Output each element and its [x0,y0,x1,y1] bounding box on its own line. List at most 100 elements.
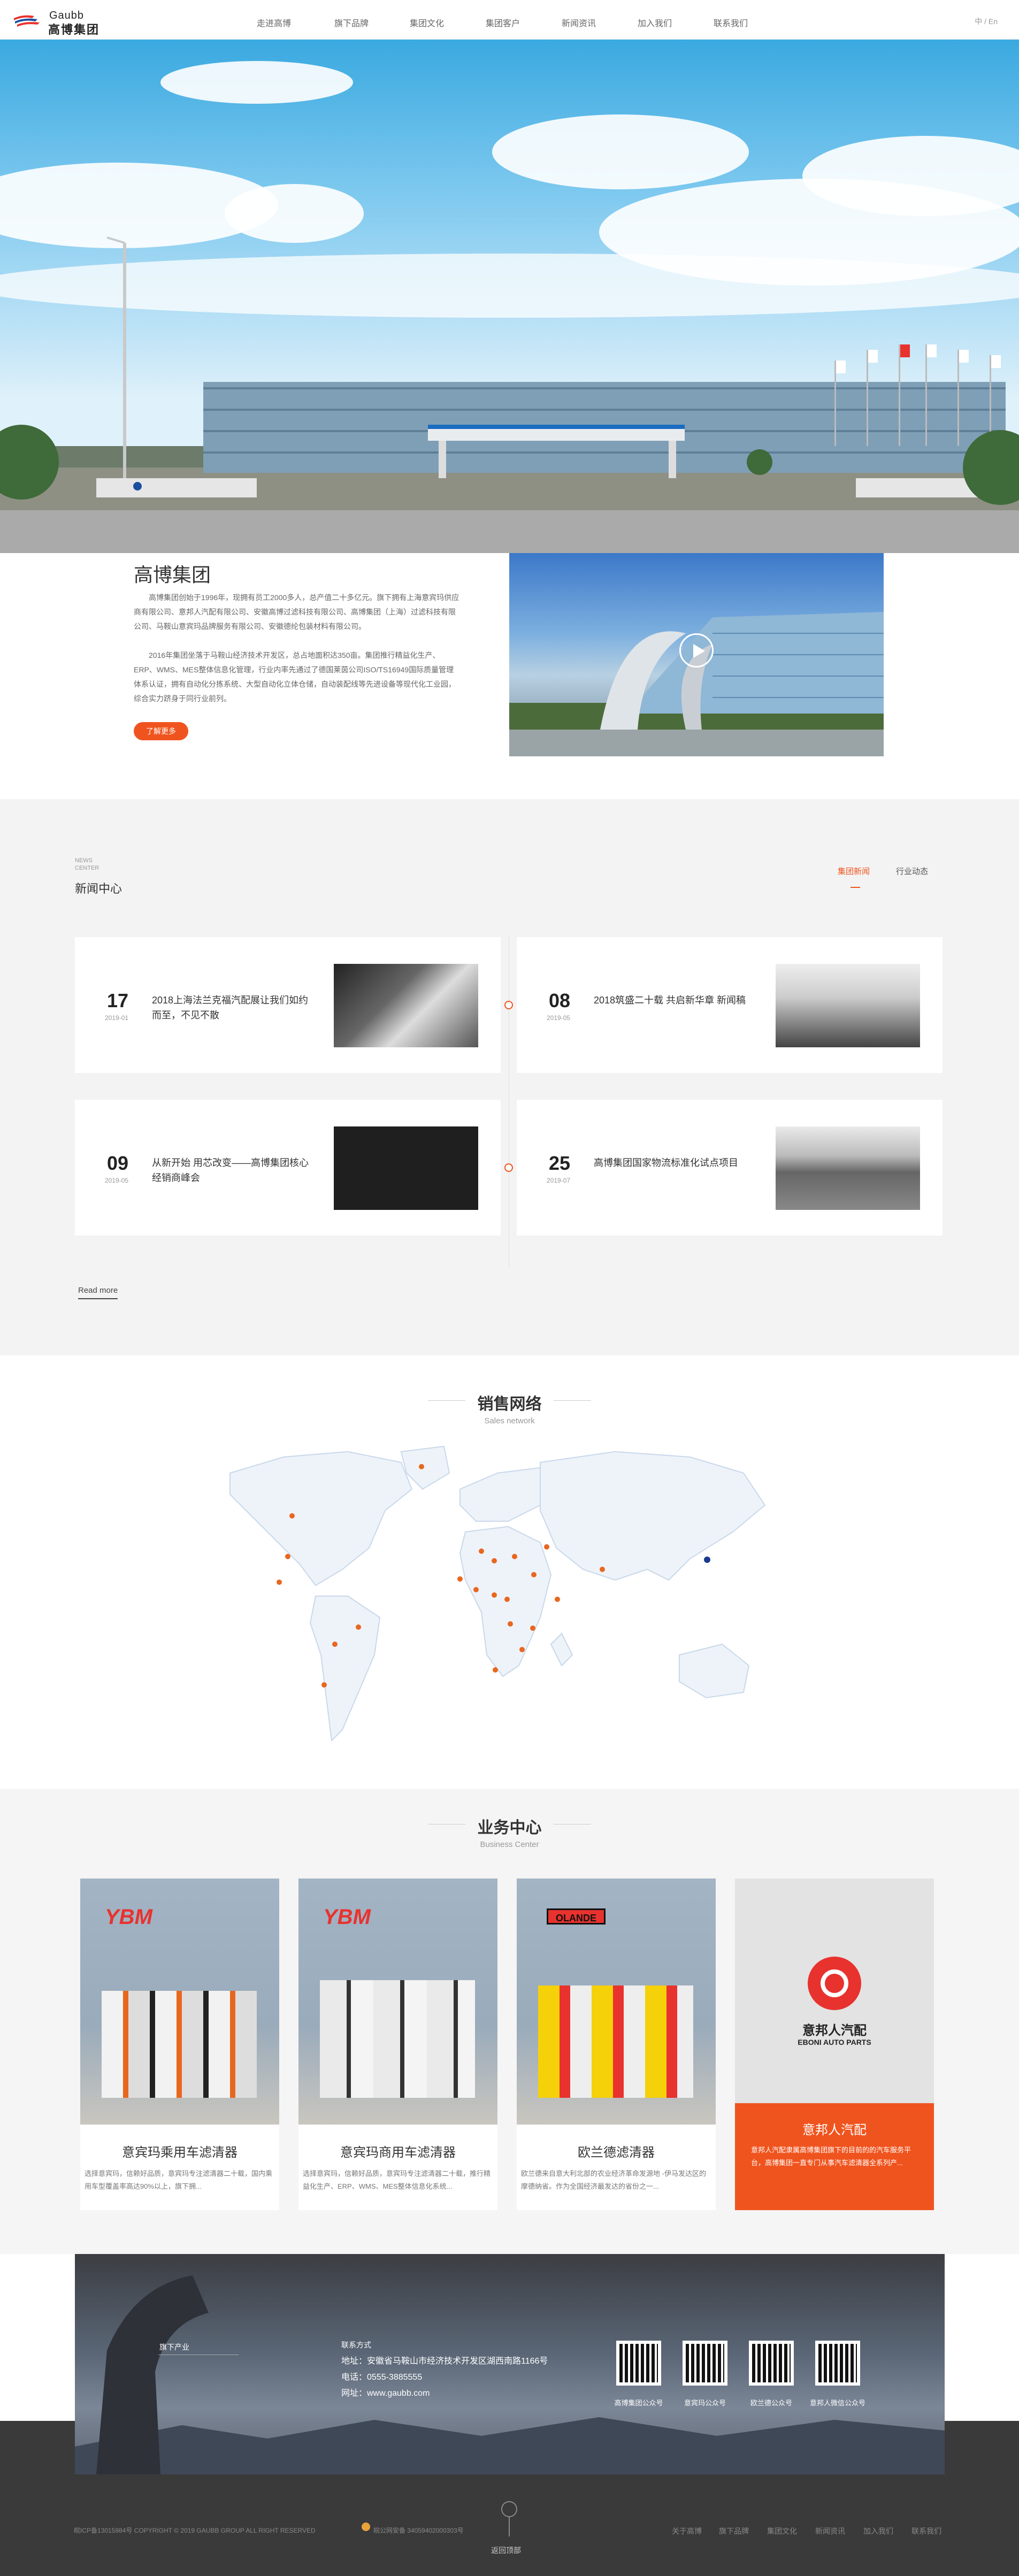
product-photo: YBM [298,1879,497,2125]
news-day: 09 [107,1152,129,1174]
news-title-link[interactable]: 高博集团国家物流标准化试点项目 [594,1155,754,1170]
business-card-eboni[interactable]: 意邦人汽配 EBONI AUTO PARTS 意邦人汽配 意邦人汽配隶属高博集团… [735,1879,934,2210]
business-card-desc: 选择意宾玛，信赖好品质，意宾玛专注滤清器二十载，国内乘用车型覆盖率高达90%以上… [85,2169,273,2190]
qr-code-image [749,2341,794,2386]
nav-item-about[interactable]: 走进高博 [257,16,291,29]
news-thumbnail [776,1126,920,1210]
hero-sign-logo-icon [133,482,142,490]
news-date: 2019-07 [547,1177,571,1184]
play-icon[interactable] [679,633,714,668]
top-nav: Gaubb 高博集团 走进高博 旗下品牌 集团文化 集团客户 新闻资讯 加入我们… [0,0,1019,40]
timeline-dot [504,1163,513,1172]
about-section: 高博集团 高博集团创始于1996年，现拥有员工2000多人，总产值二十多亿元。旗… [0,553,1019,799]
news-title-link[interactable]: 从新开始 用芯改变——高博集团核心经销商峰会 [152,1155,312,1185]
footer-link-brands[interactable]: 旗下品牌 [719,2526,749,2536]
news-section: NEWS CENTER 新闻中心 集团新闻 行业动态 17 2019-01 20… [0,799,1019,1355]
qr-label: 欧兰德公众号 [750,2399,792,2407]
contact-web[interactable]: 网址：www.gaubb.com [341,2386,430,2398]
qr-label: 意邦人微信公众号 [809,2399,865,2407]
news-thumbnail [334,1126,478,1210]
logo[interactable]: Gaubb 高博集团 [13,9,104,36]
sales-subtitle: Sales network [484,1416,535,1425]
back-to-top-button[interactable]: 返回顶部 [491,2545,521,2556]
nav-item-contact[interactable]: 联系我们 [714,16,748,29]
read-more-link[interactable]: Read more [78,1286,118,1299]
footer-link-culture[interactable]: 集团文化 [767,2526,797,2536]
brand-chinese: 高博集团 [48,23,100,36]
eboni-logo-en: EBONI AUTO PARTS [798,2038,871,2046]
biz-title: 业务中心 [477,1819,542,1837]
sales-network-section: 销售网络 Sales network [0,1355,1019,1789]
language-switch[interactable]: 中 / En [975,16,998,27]
news-card[interactable]: 09 2019-05 从新开始 用芯改变——高博集团核心经销商峰会 [75,1100,501,1236]
police-badge-icon [362,2523,370,2531]
business-card-title: 意宾玛乘用车滤清器 [122,2145,237,2160]
qr-code-image [616,2341,661,2386]
business-card-ybm-passenger[interactable]: YBM 意宾玛乘用车滤清器 选择意宾玛，信赖好品质，意宾玛专注滤清器二十载，国内… [80,1879,279,2210]
contact-phone: 电话：0555-3885555 [341,2373,423,2382]
qr-code-image [815,2341,860,2386]
business-card-desc: 欧兰德来自意大利北部的农业经济革命发源地 -伊马发达区的摩德纳省。作为全国经济最… [521,2169,706,2190]
business-card-title: 欧兰德滤清器 [578,2145,655,2160]
news-date: 2019-01 [105,1014,129,1022]
news-day: 08 [549,990,571,1011]
footer-link-about[interactable]: 关于高博 [672,2526,702,2536]
copyright: 皖ICP备13015984号 COPYRIGHT © 2019 GAUBB GR… [74,2527,316,2534]
nav-item-join[interactable]: 加入我们 [638,16,672,29]
footer-link-news[interactable]: 新闻资讯 [815,2526,845,2536]
back-to-top-icon[interactable] [501,2501,517,2517]
news-title: 新闻中心 [75,882,122,895]
tab-group-news[interactable]: 集团新闻 [838,865,870,877]
business-card-olande[interactable]: OLANDE 欧兰德滤清器 欧兰德来自意大利北部的农业经济革命发源地 -伊马发达… [517,1879,716,2210]
contact-address: 地址：安徽省马鞍山市经济技术开发区湖西南路1166号 [341,2357,548,2366]
product-photo: YBM [80,1879,279,2125]
biz-subtitle: Business Center [480,1840,539,1849]
news-card[interactable]: 08 2019-05 2018筑盛二十载 共启新华章 新闻稿 [517,937,943,1073]
product-photo: OLANDE [517,1879,716,2125]
gaubb-logo-icon [14,15,40,27]
news-date: 2019-05 [547,1014,571,1022]
nav-item-culture[interactable]: 集团文化 [410,16,444,29]
news-card[interactable]: 25 2019-07 高博集团国家物流标准化试点项目 [517,1100,943,1236]
business-card-title: 意邦人汽配 [802,2123,867,2137]
news-title-link[interactable]: 2018上海法兰克福汽配展让我们如约而至，不见不散 [152,993,312,1023]
business-card-desc: 意邦人汽配隶属高博集团旗下的目前的的汽车服务平台，高博集团一直专门从事汽车滤清器… [751,2146,911,2167]
about-paragraph-2: 2016年集团坐落于马鞍山经济技术开发区，总占地面积达350亩。集团推行精益化生… [134,651,456,703]
news-day: 17 [107,990,129,1011]
about-video[interactable] [509,553,884,756]
business-card-desc: 选择意宾玛，信赖好品质，意宾玛专注滤清器二十载，推行精益化生产、ERP、WMS、… [303,2169,491,2190]
tab-industry[interactable]: 行业动态 [896,865,928,877]
brand-logo: OLANDE [547,1908,606,1925]
about-paragraph-1: 高博集团创始于1996年，现拥有员工2000多人，总产值二十多亿元。旗下拥有上海… [134,593,459,631]
brand-logo: YBM [323,1905,371,1929]
nav-item-news[interactable]: 新闻资讯 [562,16,596,29]
brand-logo-panel: 意邦人汽配 EBONI AUTO PARTS [735,1879,934,2103]
learn-more-button[interactable]: 了解更多 [134,722,188,740]
footer-link-contact[interactable]: 联系我们 [911,2526,941,2536]
qr-code-image [683,2341,727,2386]
nav-item-clients[interactable]: 集团客户 [486,16,520,29]
qr-label: 意宾玛公众号 [684,2399,726,2407]
police-record: 皖公网安备 34059402000303号 [373,2527,464,2534]
news-date: 2019-05 [105,1177,129,1184]
eboni-logo-cn: 意邦人汽配 [802,2023,867,2038]
business-card-title: 意宾玛商用车滤清器 [340,2145,456,2160]
nav-item-brands[interactable]: 旗下品牌 [334,16,369,29]
news-day: 25 [549,1152,571,1174]
hero-banner [0,40,1019,553]
news-title-link[interactable]: 2018筑盛二十载 共启新华章 新闻稿 [594,993,754,1008]
hero-photo-headquarters [0,236,1019,553]
news-label-en: NEWS CENTER [75,857,99,871]
timeline-dot [504,1001,513,1009]
footer-link-join[interactable]: 加入我们 [863,2526,893,2536]
brand-logo: YBM [105,1905,152,1929]
contact-title: 联系方式 [341,2341,371,2349]
brands-dropdown-label[interactable]: 旗下产业 [159,2342,189,2352]
news-thumbnail [776,964,920,1047]
about-title: 高博集团 [134,564,211,586]
news-card[interactable]: 17 2019-01 2018上海法兰克福汽配展让我们如约而至，不见不散 [75,937,501,1073]
business-card-ybm-commercial[interactable]: YBM 意宾玛商用车滤清器 选择意宾玛，信赖好品质，意宾玛专注滤清器二十载，推行… [298,1879,497,2210]
world-map [229,1445,766,1742]
eboni-logo-icon [808,1957,861,2010]
qr-label: 高博集团公众号 [614,2399,663,2407]
